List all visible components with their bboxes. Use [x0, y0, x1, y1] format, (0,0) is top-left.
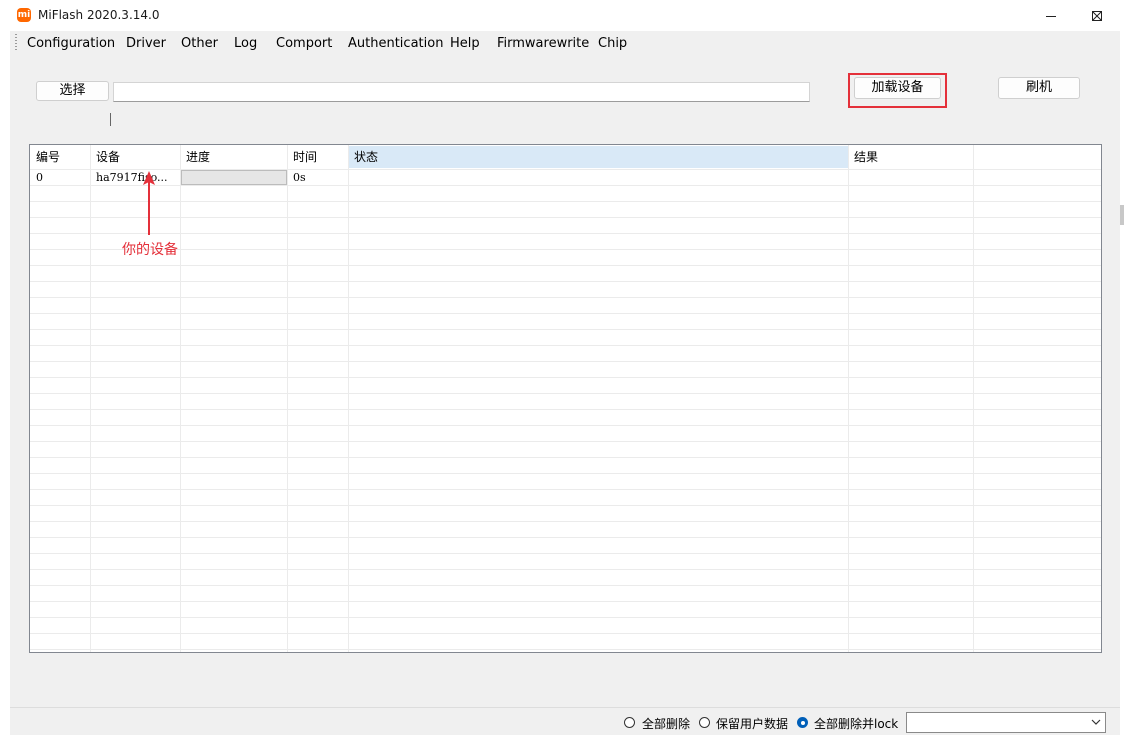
load-device-button[interactable]: 加载设备 — [854, 77, 941, 99]
column-divider — [848, 145, 849, 652]
row-divider — [30, 409, 1101, 410]
red-arrow-icon — [143, 171, 155, 235]
row-divider — [30, 585, 1101, 586]
minimize-button[interactable] — [1028, 0, 1074, 31]
title-bar: mi MiFlash 2020.3.14.0 — [0, 0, 1128, 31]
row-divider — [30, 633, 1101, 634]
close-icon — [1092, 10, 1102, 21]
radio-clean-all[interactable] — [624, 717, 635, 728]
row-divider — [30, 361, 1101, 362]
column-header-device[interactable]: 设备 — [90, 146, 180, 168]
row-divider — [30, 649, 1101, 650]
row-divider — [30, 457, 1101, 458]
row-divider — [30, 569, 1101, 570]
radio-clean-all-label[interactable]: 全部删除 — [642, 715, 690, 732]
menu-configuration[interactable]: Configuration — [27, 36, 115, 51]
row-divider — [30, 185, 1101, 186]
row-divider — [30, 329, 1101, 330]
menu-other[interactable]: Other — [181, 36, 218, 51]
row-divider — [30, 617, 1101, 618]
device-table[interactable]: 编号 设备 进度 时间 状态 结果 0 ha7917fiso... 0s 你的设… — [29, 144, 1102, 653]
row-id: 0 — [36, 171, 43, 184]
row-divider — [30, 249, 1101, 250]
row-divider — [30, 217, 1101, 218]
row-progress-bar — [181, 170, 287, 185]
flash-options-bar: 全部删除 保留用户数据 全部删除并lock — [10, 707, 1120, 736]
column-header-id[interactable]: 编号 — [30, 146, 90, 168]
row-divider — [30, 441, 1101, 442]
column-divider — [348, 145, 349, 652]
menu-help[interactable]: Help — [450, 36, 480, 51]
row-divider — [30, 425, 1101, 426]
row-time: 0s — [293, 171, 306, 184]
menu-driver[interactable]: Driver — [126, 36, 166, 51]
text-caret — [110, 113, 111, 126]
row-divider — [30, 313, 1101, 314]
firmware-path-input[interactable] — [113, 82, 810, 102]
mi-logo-icon: mi — [17, 8, 31, 22]
row-divider — [30, 201, 1101, 202]
column-divider — [180, 145, 181, 652]
row-divider — [30, 393, 1101, 394]
script-select-combobox[interactable] — [906, 712, 1106, 733]
annotation-label: 你的设备 — [122, 242, 178, 258]
row-divider — [30, 489, 1101, 490]
radio-save-user-data-label[interactable]: 保留用户数据 — [716, 715, 788, 732]
column-divider — [90, 145, 91, 652]
row-divider — [30, 297, 1101, 298]
menu-bar: Configuration Driver Other Log Comport A… — [10, 31, 1120, 55]
row-divider — [30, 601, 1101, 602]
row-divider — [30, 505, 1101, 506]
menu-chip[interactable]: Chip — [598, 36, 627, 51]
row-divider — [30, 265, 1101, 266]
row-divider — [30, 377, 1101, 378]
row-divider — [30, 521, 1101, 522]
menu-log[interactable]: Log — [234, 36, 257, 51]
row-divider — [30, 345, 1101, 346]
column-header-result[interactable]: 结果 — [848, 146, 973, 168]
menu-comport[interactable]: Comport — [276, 36, 332, 51]
close-button[interactable] — [1074, 0, 1120, 31]
select-button[interactable]: 选择 — [36, 81, 109, 101]
row-divider — [30, 553, 1101, 554]
radio-clean-all-and-lock-label[interactable]: 全部删除并lock — [814, 715, 898, 732]
menu-firmwarewrite[interactable]: Firmwarewrite — [497, 36, 589, 51]
main-panel: 选择 加载设备 刷机 编号 设备 进度 时间 状态 结果 0 ha7917fis… — [10, 55, 1120, 735]
row-divider — [30, 281, 1101, 282]
chevron-down-icon — [1091, 719, 1101, 725]
column-header-time[interactable]: 时间 — [287, 146, 348, 168]
menu-grip-handle[interactable] — [15, 34, 17, 50]
row-divider — [30, 473, 1101, 474]
flash-button[interactable]: 刷机 — [998, 77, 1080, 99]
row-divider — [30, 233, 1101, 234]
window-edge-scroll-thumb — [1120, 205, 1124, 225]
row-divider — [30, 537, 1101, 538]
minimize-icon — [1046, 15, 1056, 17]
column-divider — [973, 145, 974, 652]
radio-clean-all-and-lock[interactable] — [797, 717, 808, 728]
window-title: MiFlash 2020.3.14.0 — [38, 8, 160, 22]
column-divider — [287, 145, 288, 652]
radio-save-user-data[interactable] — [699, 717, 710, 728]
menu-authentication[interactable]: Authentication — [348, 36, 443, 51]
column-header-progress[interactable]: 进度 — [180, 146, 287, 168]
column-header-status[interactable]: 状态 — [348, 146, 848, 168]
